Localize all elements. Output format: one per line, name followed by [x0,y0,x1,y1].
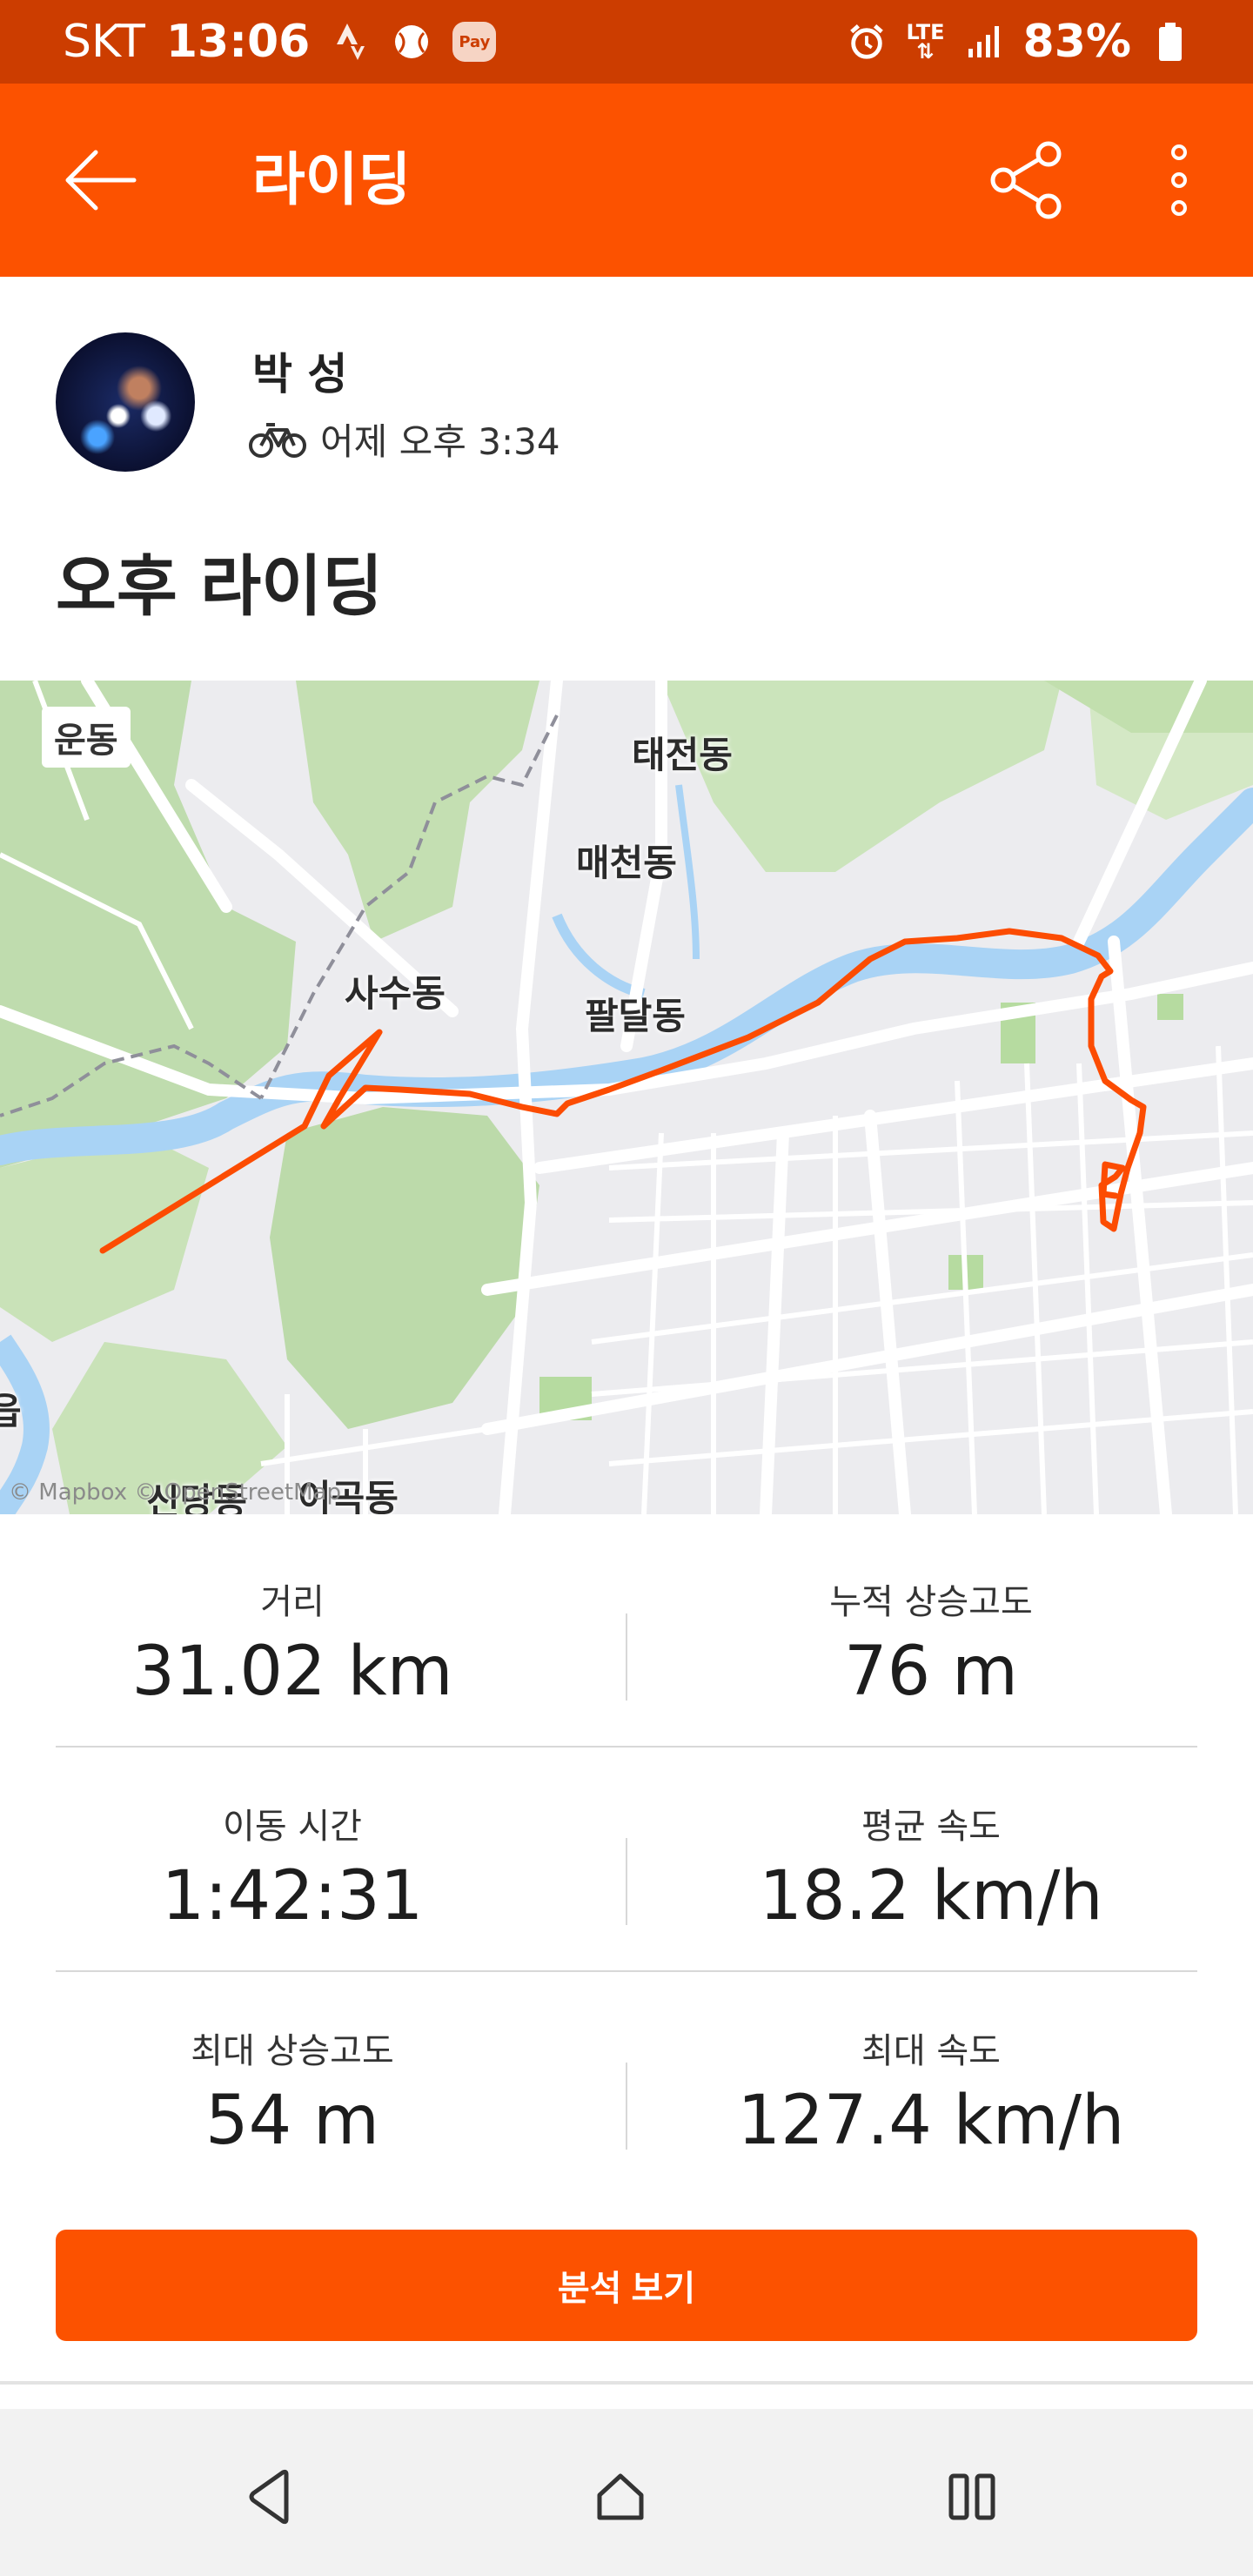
lte-indicator: LTE ⇅ [906,20,945,64]
bicycle-icon [249,422,306,458]
athlete-header: 박 성 어제 오후 3:34 [56,332,1197,480]
map-canvas [0,681,1253,1514]
stat-label: 평균 속도 [861,1807,1001,1847]
share-icon [990,141,1062,219]
battery-percent: 83% [1022,16,1131,68]
share-button[interactable] [980,132,1075,228]
stat-elevation-gain: 누적 상승고도 76 m [626,1573,1236,1711]
status-bar-left: SKT 13:06 Pay [63,14,497,70]
app-bar: 라이딩 [0,84,1253,277]
section-divider [0,2381,1253,2385]
nav-back-icon [249,2469,289,2525]
more-options-button[interactable] [1131,132,1227,228]
stat-moving-time: 이동 시간 1:42:31 [0,1798,585,1935]
system-nav-bar [0,2409,1253,2576]
activity-time: 어제 오후 3:34 [320,420,560,463]
alarm-icon [847,22,887,62]
avatar[interactable] [56,332,195,472]
place-label: 읍 [0,1390,22,1432]
place-label: 매천동 [576,842,677,884]
samsung-pay-icon: Pay [452,22,497,62]
place-label: 팔달동 [585,995,686,1037]
signal-icon [964,22,1004,62]
route-map[interactable]: 운동 태전동 매천동 사수동 팔달동 신당동 이곡동 읍 © Mapbox © … [0,681,1253,1514]
place-label: 사수동 [345,972,446,1015]
nav-recents-icon [948,2473,995,2520]
baseball-icon [392,22,432,62]
lte-label: LTE [906,20,945,44]
activity-meta: 어제 오후 3:34 [249,413,560,466]
nav-home-button[interactable] [573,2449,668,2545]
stat-max-speed: 최대 속도 127.4 km/h [626,2023,1236,2160]
stat-value: 76 m [843,1633,1019,1711]
stats-panel: 거리 31.02 km 누적 상승고도 76 m 이동 시간 1:42:31 평… [56,1523,1197,2197]
stat-value: 127.4 km/h [737,2082,1125,2160]
status-bar: SKT 13:06 Pay LTE ⇅ 83% [0,0,1253,84]
nav-recents-button[interactable] [924,2449,1020,2545]
view-analysis-button[interactable]: 분석 보기 [56,2230,1197,2341]
stat-label: 이동 시간 [223,1807,362,1847]
map-tag: 운동 [42,707,131,768]
back-button[interactable] [52,132,148,228]
status-bar-right: LTE ⇅ 83% [847,14,1190,70]
stat-row: 최대 상승고도 54 m 최대 속도 127.4 km/h [56,1972,1197,2197]
stat-avg-speed: 평균 속도 18.2 km/h [626,1798,1236,1935]
battery-icon [1150,22,1190,62]
stat-max-elevation: 최대 상승고도 54 m [0,2023,585,2160]
nav-home-icon [597,2473,644,2520]
more-vertical-icon [1171,144,1187,216]
strava-notification-icon [331,22,371,62]
page-title: 라이딩 [252,146,412,213]
athlete-name[interactable]: 박 성 [252,339,347,402]
stat-row: 거리 31.02 km 누적 상승고도 76 m [56,1523,1197,1748]
activity-title: 오후 라이딩 [56,547,384,625]
stat-value: 18.2 km/h [759,1857,1103,1935]
map-attribution[interactable]: © Mapbox © OpenStreetMap [9,1479,341,1506]
stat-label: 최대 상승고도 [191,2031,394,2071]
stat-value: 31.02 km [131,1633,453,1711]
carrier-label: SKT [63,16,145,68]
stat-row: 이동 시간 1:42:31 평균 속도 18.2 km/h [56,1748,1197,1972]
nav-back-button[interactable] [223,2449,318,2545]
stat-distance: 거리 31.02 km [0,1573,585,1711]
stat-label: 최대 속도 [861,2031,1001,2071]
clock: 13:06 [165,16,311,68]
stat-label: 누적 상승고도 [829,1582,1033,1622]
arrow-left-icon [65,150,137,211]
stat-label: 거리 [260,1582,325,1622]
stat-value: 1:42:31 [161,1857,424,1935]
stat-value: 54 m [204,2082,380,2160]
place-label: 태전동 [632,734,733,776]
